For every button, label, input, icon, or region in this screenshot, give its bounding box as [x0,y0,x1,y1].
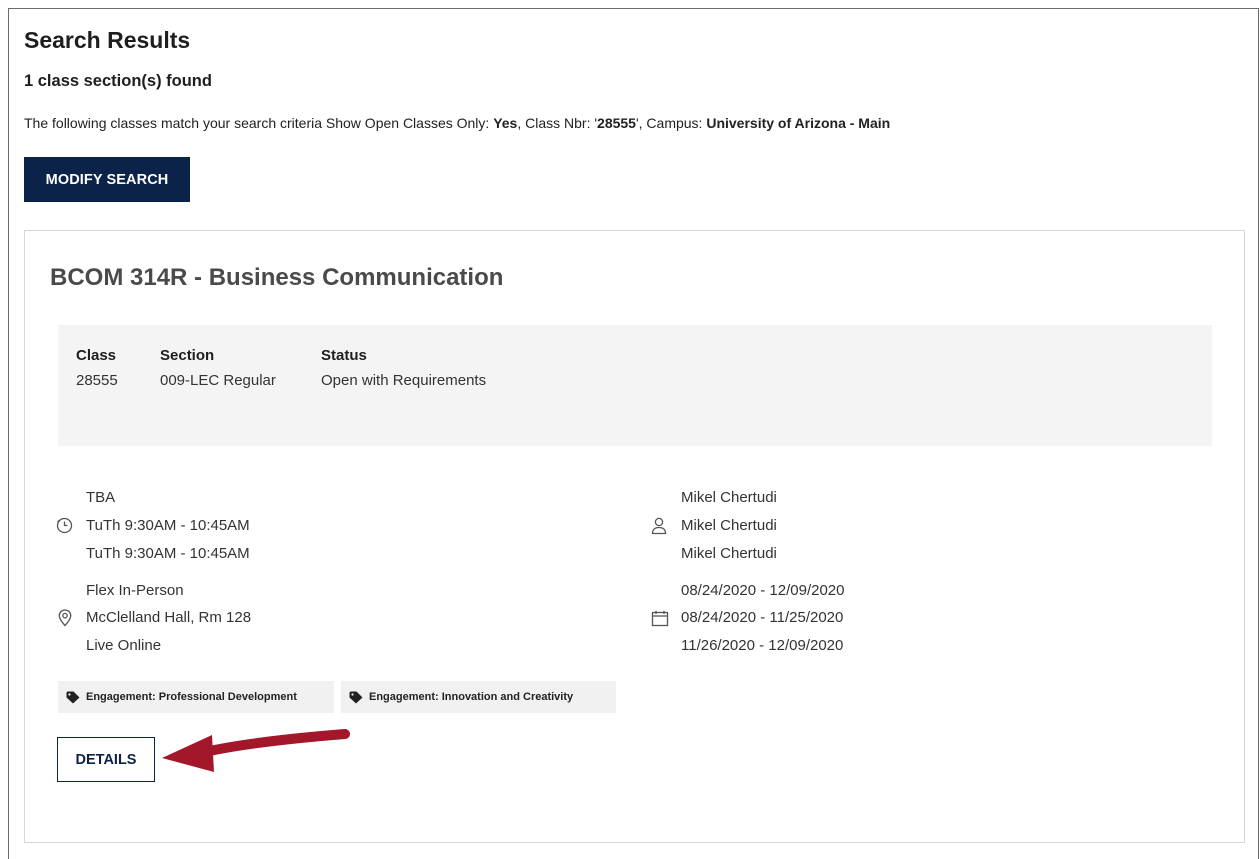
location-line-2: McClelland Hall, Rm 128 [86,609,252,626]
section-column: Section 009-LEC Regular [160,347,276,389]
location-line-3: Live Online [86,637,162,654]
tag-label: Engagement: Innovation and Creativity [369,691,574,703]
schedule-line-1: TBA [86,489,116,506]
criteria-prefix: The following classes match your search … [24,115,494,131]
schedule-line-2: TuTh 9:30AM - 10:45AM [86,517,250,534]
section-header: Section [160,347,215,364]
person-icon [651,517,667,535]
section-value: 009-LEC Regular [160,372,276,389]
tag-innovation-creativity: Engagement: Innovation and Creativity [341,681,616,713]
criteria-class-nbr-label: , Class Nbr: ' [517,115,598,131]
page-title: Search Results [24,27,191,53]
instructor-line-1: Mikel Chertudi [681,489,777,506]
date-range-2: 08/24/2020 - 11/25/2020 [681,609,844,626]
class-column: Class 28555 [76,347,118,389]
tag-icon [66,691,80,703]
class-header: Class [76,347,117,364]
criteria-open-only-value: Yes [493,115,518,131]
tag-professional-development: Engagement: Professional Development [58,681,334,713]
calendar-icon [651,610,669,627]
status-column: Status Open with Requirements [321,347,486,389]
instructor-line-2: Mikel Chertudi [681,517,777,534]
details-button[interactable]: DETAILS [57,737,155,782]
location-line-1: Flex In-Person [86,582,184,599]
date-range-3: 11/26/2020 - 12/09/2020 [681,637,844,654]
clock-icon [56,517,73,534]
class-value: 28555 [76,372,118,389]
modify-search-button[interactable]: MODIFY SEARCH [24,157,190,202]
search-criteria: The following classes match your search … [24,115,890,131]
course-title: BCOM 314R - Business Communication [50,264,504,291]
map-pin-icon [58,609,72,627]
status-header: Status [321,347,367,364]
criteria-campus-value: University of Arizona - Main [706,115,891,131]
results-count: 1 class section(s) found [24,72,212,90]
date-range-1: 08/24/2020 - 12/09/2020 [681,582,845,599]
schedule-line-3: TuTh 9:30AM - 10:45AM [86,545,250,562]
tag-icon [349,691,363,703]
instructor-line-3: Mikel Chertudi [681,545,777,562]
tag-label: Engagement: Professional Development [86,691,297,703]
criteria-campus-label: ', Campus: [635,115,707,131]
annotation-arrow-icon [162,729,350,772]
status-value: Open with Requirements [321,372,487,389]
criteria-class-nbr-value: 28555 [597,115,636,131]
